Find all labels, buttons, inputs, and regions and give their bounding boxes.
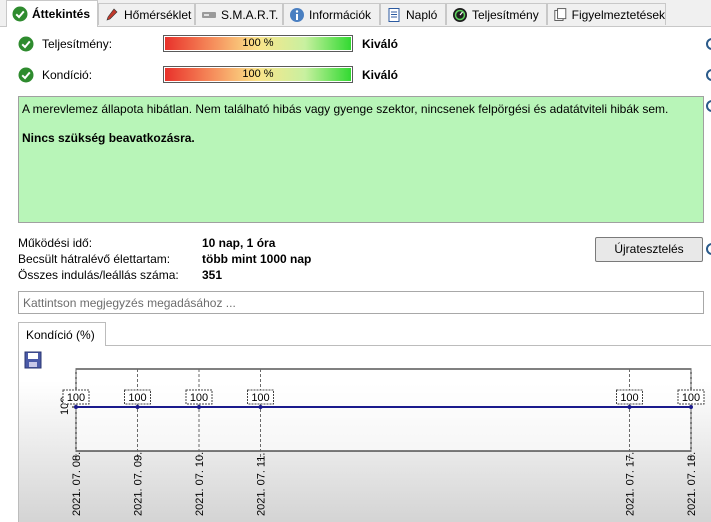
tab-kondicio-graph[interactable]: Kondíció (%): [18, 322, 106, 346]
data-point: [627, 405, 632, 409]
data-point: [258, 405, 263, 409]
data-label: 100: [682, 392, 700, 404]
data-label: 100: [620, 392, 638, 404]
tab-attekintes[interactable]: Áttekintés: [6, 0, 98, 27]
data-label: 100: [128, 392, 146, 404]
x-tick-label: 2021. 07. 10.: [194, 452, 206, 516]
plot-area: [75, 368, 692, 452]
data-label: 100: [190, 392, 208, 404]
data-label: 100: [251, 392, 269, 404]
data-point: [689, 405, 693, 409]
tab-label: Áttekintés: [32, 7, 91, 21]
data-label: 100: [67, 392, 85, 404]
x-tick-label: 2021. 07. 11.: [256, 453, 268, 516]
data-point: [135, 405, 140, 409]
data-point: [197, 405, 201, 409]
green-check-icon: [12, 6, 28, 22]
x-tick-label: 2021. 07. 17.: [625, 452, 637, 516]
x-tick-label: 2021. 07. 18.: [686, 452, 698, 516]
condition-chart: 2021. 07. 08. 2021. 07. 09. 2021. 07. 10. 2…: [59, 368, 705, 516]
x-tick-label: 2021. 07. 08.: [71, 452, 83, 516]
data-point: [74, 405, 78, 409]
x-tick-label: 2021. 07. 09.: [133, 452, 145, 516]
